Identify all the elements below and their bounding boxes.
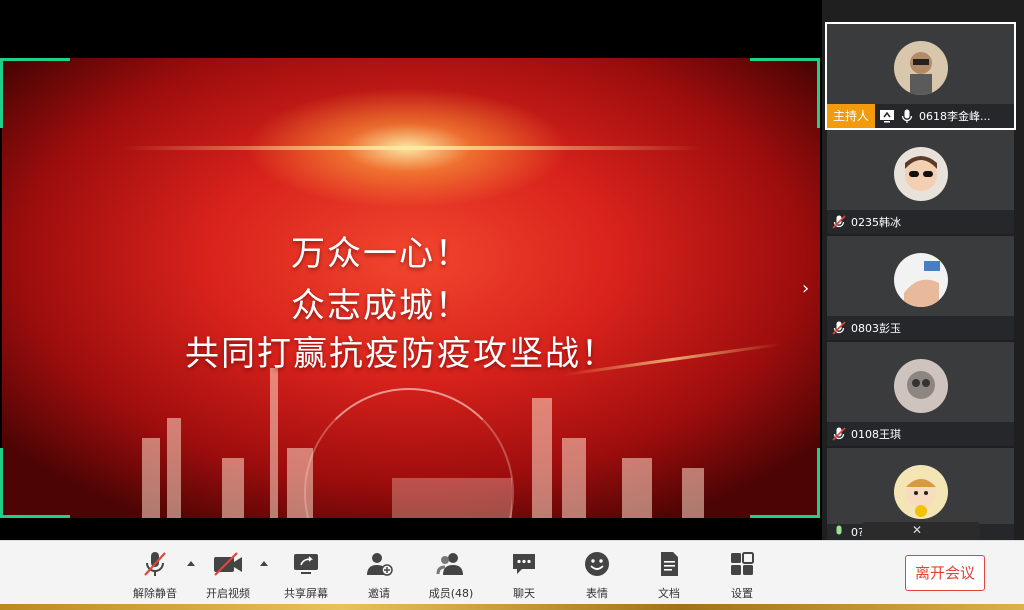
headline-line-2: 众志成城！ xyxy=(291,286,471,326)
invite-label: 邀请 xyxy=(368,587,390,600)
chat-icon xyxy=(513,554,535,574)
participant-name: 0803彭玉 xyxy=(851,322,901,335)
microphone-icon xyxy=(831,524,847,540)
avatar xyxy=(894,147,948,201)
skyline-building xyxy=(142,438,160,518)
participant-name: 0618李金峰... xyxy=(919,110,991,123)
settings-button[interactable]: 设置 xyxy=(710,549,774,601)
screen-share-area: 万众一心！ 众志成城！ 共同打赢抗疫防疫攻坚战！ › xyxy=(0,0,822,540)
participant-tile[interactable]: 0108王琪 xyxy=(827,342,1014,446)
skyline-building xyxy=(682,468,704,518)
focus-corner xyxy=(750,58,820,128)
focus-corner xyxy=(750,448,820,518)
leave-meeting-button[interactable]: 离开会议 xyxy=(905,555,985,591)
collapse-popup[interactable]: ✕ xyxy=(862,522,980,540)
meeting-toolbar: 解除静音 开启视频 共享屏幕 邀请 成员(48) 聊天 表情 文档 设置 离开会… xyxy=(0,540,1024,610)
avatar xyxy=(894,359,948,413)
headline-line-1: 万众一心！ xyxy=(291,234,471,274)
microphone-muted-icon xyxy=(831,214,847,230)
grid-settings-icon xyxy=(731,552,754,575)
participant-panel: 主持人 0618李金峰... 0235韩冰 0803彭玉 0108王琪 ✕ xyxy=(822,0,1024,540)
avatar xyxy=(894,41,948,95)
headline-line-3: 共同打赢抗疫防疫攻坚战！ xyxy=(185,334,617,374)
participant-bar: 0803彭玉 xyxy=(827,316,1014,340)
start-video-label: 开启视频 xyxy=(206,587,250,600)
skyline-building xyxy=(167,418,181,518)
emoji-button[interactable]: 表情 xyxy=(565,549,629,601)
unmute-button[interactable]: 解除静音 xyxy=(123,549,187,601)
document-icon xyxy=(661,552,678,576)
chat-button[interactable]: 聊天 xyxy=(492,549,556,601)
participant-bar: 0108王琪 xyxy=(827,422,1014,446)
emoji-label: 表情 xyxy=(586,587,608,600)
audio-options-caret[interactable] xyxy=(187,561,195,566)
avatar xyxy=(894,465,948,519)
participant-tile[interactable]: 0235韩冰 xyxy=(827,130,1014,234)
skyline-building xyxy=(622,458,652,518)
avatar xyxy=(894,253,948,307)
share-screen-button[interactable]: 共享屏幕 xyxy=(274,549,338,601)
microphone-muted-icon xyxy=(144,552,166,576)
light-flare xyxy=(122,146,702,150)
microphone-icon xyxy=(899,108,915,124)
users-icon xyxy=(436,553,463,575)
taskbar-strip xyxy=(0,604,1024,610)
skyline-building xyxy=(532,398,552,518)
settings-label: 设置 xyxy=(731,587,753,600)
add-user-icon xyxy=(367,553,393,576)
share-screen-label: 共享屏幕 xyxy=(284,587,328,600)
chevron-right-icon[interactable]: › xyxy=(802,278,809,299)
close-icon[interactable]: ✕ xyxy=(912,523,922,537)
skyline-building xyxy=(392,478,512,518)
shared-content: 万众一心！ 众志成城！ 共同打赢抗疫防疫攻坚战！ xyxy=(2,58,820,518)
invite-button[interactable]: 邀请 xyxy=(347,549,411,601)
participant-tile[interactable]: 0803彭玉 xyxy=(827,236,1014,340)
skyline-building xyxy=(222,458,244,518)
participant-name: 0235韩冰 xyxy=(851,216,901,229)
unmute-label: 解除静音 xyxy=(133,587,177,600)
docs-button[interactable]: 文档 xyxy=(637,549,701,601)
participant-bar: 0235韩冰 xyxy=(827,210,1014,234)
skyline-building xyxy=(287,448,313,518)
smiley-icon xyxy=(585,552,609,576)
participant-tile[interactable]: 主持人 0618李金峰... xyxy=(825,22,1016,130)
video-options-caret[interactable] xyxy=(260,561,268,566)
members-label: 成员(48) xyxy=(428,587,474,600)
share-screen-icon xyxy=(294,554,318,574)
camera-off-icon xyxy=(214,552,242,576)
microphone-muted-icon xyxy=(831,426,847,442)
focus-corner xyxy=(0,448,70,518)
docs-label: 文档 xyxy=(658,587,680,600)
skyline-building xyxy=(562,438,586,518)
chat-label: 聊天 xyxy=(513,587,535,600)
focus-corner xyxy=(0,58,70,128)
participant-bar: 主持人 0618李金峰... xyxy=(827,104,1014,128)
participant-name: 0108王琪 xyxy=(851,428,901,441)
members-button[interactable]: 成员(48) xyxy=(419,549,483,601)
host-badge: 主持人 xyxy=(827,104,876,128)
microphone-muted-icon xyxy=(831,320,847,336)
screen-share-icon xyxy=(879,108,895,124)
start-video-button[interactable]: 开启视频 xyxy=(196,549,260,601)
skyline-tower xyxy=(270,368,278,518)
